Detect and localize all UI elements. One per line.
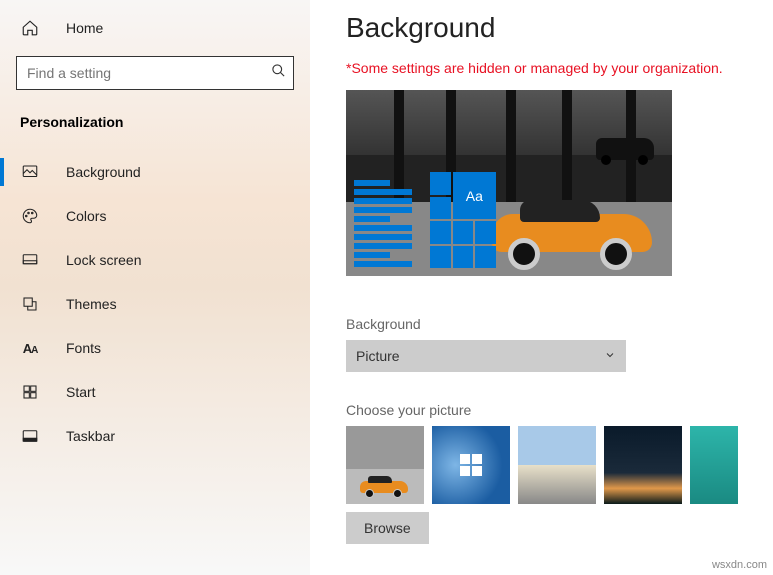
picture-icon <box>20 162 40 182</box>
watermark: wsxdn.com <box>712 559 767 571</box>
choose-picture-label: Choose your picture <box>346 402 753 418</box>
home-button[interactable]: Home <box>0 10 310 46</box>
picture-thumb[interactable] <box>518 426 596 504</box>
warning-message: *Some settings are hidden or managed by … <box>346 58 753 78</box>
content: Background *Some settings are hidden or … <box>310 0 773 575</box>
sidebar-item-label: Colors <box>66 208 106 224</box>
fonts-icon: AA <box>20 338 40 358</box>
picture-thumb[interactable] <box>604 426 682 504</box>
picture-thumbnails <box>346 426 738 504</box>
home-label: Home <box>66 20 103 36</box>
lock-screen-icon <box>20 250 40 270</box>
sidebar-item-label: Background <box>66 164 141 180</box>
search-icon <box>271 63 286 83</box>
section-title: Personalization <box>0 100 310 140</box>
sidebar-item-fonts[interactable]: AA Fonts <box>0 326 310 370</box>
sidebar-item-themes[interactable]: Themes <box>0 282 310 326</box>
start-overlay: Aa <box>354 172 496 268</box>
search-input[interactable] <box>16 56 294 90</box>
sidebar: Home Personalization Background Colors <box>0 0 310 575</box>
home-icon <box>20 18 40 38</box>
sidebar-item-taskbar[interactable]: Taskbar <box>0 414 310 458</box>
chevron-down-icon <box>604 348 616 364</box>
sidebar-item-label: Lock screen <box>66 252 141 268</box>
search-wrap <box>16 56 294 90</box>
sidebar-item-label: Fonts <box>66 340 101 356</box>
picture-thumb[interactable] <box>690 426 738 504</box>
sample-text-tile: Aa <box>453 172 496 219</box>
background-field-label: Background <box>346 316 753 332</box>
sidebar-item-background[interactable]: Background <box>0 150 310 194</box>
picture-thumb[interactable] <box>432 426 510 504</box>
background-dropdown-value: Picture <box>356 348 400 364</box>
browse-button[interactable]: Browse <box>346 512 429 544</box>
start-icon <box>20 382 40 402</box>
sidebar-item-label: Taskbar <box>66 428 115 444</box>
palette-icon <box>20 206 40 226</box>
sidebar-item-label: Start <box>66 384 96 400</box>
sidebar-item-lock-screen[interactable]: Lock screen <box>0 238 310 282</box>
picture-thumb[interactable] <box>346 426 424 504</box>
sidebar-item-colors[interactable]: Colors <box>0 194 310 238</box>
themes-icon <box>20 294 40 314</box>
sidebar-item-start[interactable]: Start <box>0 370 310 414</box>
background-dropdown[interactable]: Picture <box>346 340 626 372</box>
background-preview: Aa <box>346 90 672 276</box>
sidebar-item-label: Themes <box>66 296 117 312</box>
taskbar-icon <box>20 426 40 446</box>
page-title: Background <box>346 12 753 44</box>
